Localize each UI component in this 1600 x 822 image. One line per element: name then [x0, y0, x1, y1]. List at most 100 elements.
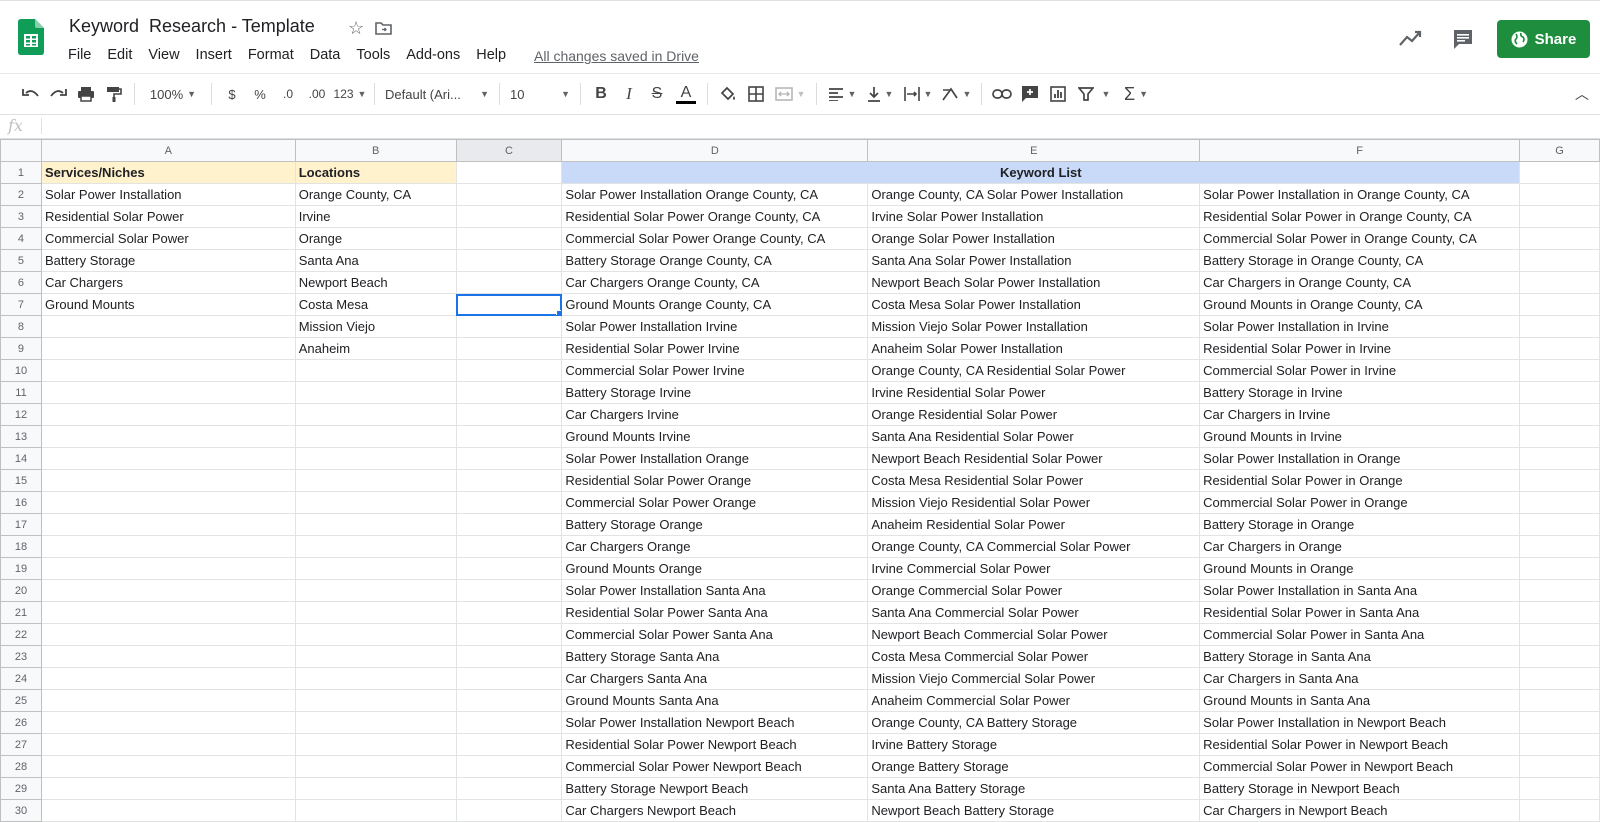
row-header[interactable]: 22	[0, 623, 42, 646]
cell-e[interactable]: Orange Solar Power Installation	[867, 227, 1201, 250]
row-header[interactable]: 16	[0, 491, 42, 514]
cell-a[interactable]	[40, 689, 296, 712]
cell-c[interactable]	[455, 557, 563, 580]
cell-g[interactable]	[1519, 667, 1600, 690]
cell-b[interactable]	[294, 425, 457, 448]
star-icon[interactable]: ☆	[348, 18, 364, 39]
cell-d[interactable]: Residential Solar Power Newport Beach	[561, 733, 869, 756]
row-header[interactable]: 26	[0, 711, 42, 734]
cell-f[interactable]: Commercial Solar Power in Irvine	[1199, 359, 1521, 382]
cell-e[interactable]: Anaheim Residential Solar Power	[867, 513, 1201, 536]
cell-c[interactable]	[455, 271, 563, 294]
fill-handle[interactable]	[556, 310, 561, 315]
cell-g[interactable]	[1519, 601, 1600, 624]
cell-g[interactable]	[1519, 557, 1600, 580]
cell-e[interactable]: Mission Viejo Commercial Solar Power	[867, 667, 1201, 690]
cell-c[interactable]	[455, 733, 563, 756]
cell-d[interactable]: Battery Storage Irvine	[561, 381, 869, 404]
cell-e[interactable]: Irvine Solar Power Installation	[867, 205, 1201, 228]
row-header[interactable]: 30	[0, 799, 42, 822]
cell-d[interactable]: Commercial Solar Power Orange County, CA	[561, 227, 869, 250]
format-currency-button[interactable]: $	[218, 82, 246, 106]
cell-c[interactable]	[455, 469, 563, 492]
row-header[interactable]: 10	[0, 359, 42, 382]
cell-f[interactable]: Residential Solar Power in Orange County…	[1199, 205, 1521, 228]
comment-icon[interactable]	[1452, 28, 1474, 50]
row-header[interactable]: 14	[0, 447, 42, 470]
cell-e[interactable]: Orange Commercial Solar Power	[867, 579, 1201, 602]
cell-d[interactable]: Car Chargers Santa Ana	[561, 667, 869, 690]
row-header[interactable]: 1	[0, 161, 42, 184]
cell-g[interactable]	[1519, 183, 1600, 206]
cell-e[interactable]: Costa Mesa Residential Solar Power	[867, 469, 1201, 492]
cell-f[interactable]: Solar Power Installation in Santa Ana	[1199, 579, 1521, 602]
cell-e[interactable]: Santa Ana Battery Storage	[867, 777, 1201, 800]
cell-d[interactable]: Battery Storage Santa Ana	[561, 645, 869, 668]
cell-d[interactable]: Commercial Solar Power Orange	[561, 491, 869, 514]
cell-d[interactable]: Car Chargers Newport Beach	[561, 799, 869, 822]
cell-c[interactable]	[455, 447, 563, 470]
cell-g[interactable]	[1519, 271, 1600, 294]
cell-a[interactable]: Ground Mounts	[40, 293, 296, 316]
cell-d[interactable]: Residential Solar Power Orange	[561, 469, 869, 492]
cell-f[interactable]: Residential Solar Power in Newport Beach	[1199, 733, 1521, 756]
cell-a[interactable]: Battery Storage	[40, 249, 296, 272]
cell-a[interactable]	[40, 447, 296, 470]
cell-g[interactable]	[1519, 777, 1600, 800]
cell-a[interactable]	[40, 755, 296, 778]
cell-b[interactable]	[294, 733, 457, 756]
cell-c[interactable]	[455, 667, 563, 690]
cell-e[interactable]: Orange County, CA Commercial Solar Power	[867, 535, 1201, 558]
text-color-button[interactable]: A	[671, 82, 701, 106]
insert-link-icon[interactable]	[988, 82, 1016, 106]
merge-cells-icon[interactable]: ▼	[770, 82, 810, 106]
cell-b[interactable]	[294, 359, 457, 382]
cell-d[interactable]: Residential Solar Power Santa Ana	[561, 601, 869, 624]
cell-b[interactable]: Irvine	[294, 205, 457, 228]
cell-g[interactable]	[1519, 491, 1600, 514]
cell-a[interactable]	[40, 667, 296, 690]
cell-a[interactable]: Commercial Solar Power	[40, 227, 296, 250]
filter-icon[interactable]: ▼	[1072, 82, 1116, 106]
cell-c[interactable]	[455, 755, 563, 778]
cell-b[interactable]	[294, 535, 457, 558]
cell-b[interactable]	[294, 711, 457, 734]
cell-d[interactable]: Solar Power Installation Santa Ana	[561, 579, 869, 602]
cell-c1[interactable]	[455, 161, 563, 184]
column-header-c[interactable]: C	[455, 139, 563, 162]
cell-g[interactable]	[1519, 337, 1600, 360]
increase-decimal-button[interactable]: .00	[302, 82, 332, 106]
cell-b[interactable]	[294, 557, 457, 580]
row-header[interactable]: 8	[0, 315, 42, 338]
cell-b[interactable]: Santa Ana	[294, 249, 457, 272]
cell-f[interactable]: Ground Mounts in Santa Ana	[1199, 689, 1521, 712]
cell-e[interactable]: Newport Beach Battery Storage	[867, 799, 1201, 822]
cell-d[interactable]: Commercial Solar Power Newport Beach	[561, 755, 869, 778]
cell-b[interactable]	[294, 491, 457, 514]
cell-f[interactable]: Commercial Solar Power in Orange	[1199, 491, 1521, 514]
menu-help[interactable]: Help	[476, 47, 506, 63]
cell-f[interactable]: Ground Mounts in Orange County, CA	[1199, 293, 1521, 316]
cell-g[interactable]	[1519, 733, 1600, 756]
row-header[interactable]: 27	[0, 733, 42, 756]
cell-d[interactable]: Commercial Solar Power Irvine	[561, 359, 869, 382]
cell-d[interactable]: Ground Mounts Orange County, CA	[561, 293, 869, 316]
more-formats-select[interactable]: 123 ▼	[332, 82, 368, 106]
cell-f[interactable]: Commercial Solar Power in Santa Ana	[1199, 623, 1521, 646]
cell-b[interactable]: Anaheim	[294, 337, 457, 360]
cell-b[interactable]	[294, 601, 457, 624]
cell-g[interactable]	[1519, 579, 1600, 602]
cell-e[interactable]: Newport Beach Residential Solar Power	[867, 447, 1201, 470]
cell-a[interactable]	[40, 777, 296, 800]
cell-f[interactable]: Residential Solar Power in Santa Ana	[1199, 601, 1521, 624]
cell-f[interactable]: Solar Power Installation in Orange Count…	[1199, 183, 1521, 206]
cell-b[interactable]	[294, 689, 457, 712]
cell-c[interactable]	[455, 535, 563, 558]
cell-f[interactable]: Solar Power Installation in Irvine	[1199, 315, 1521, 338]
font-size-select[interactable]: 10 ▼	[506, 82, 574, 106]
cell-g[interactable]	[1519, 249, 1600, 272]
keyword-list-header[interactable]: Keyword List	[561, 161, 1521, 184]
document-title[interactable]: Keyword Research - Template	[69, 16, 315, 37]
row-header[interactable]: 4	[0, 227, 42, 250]
collapse-toolbar-icon[interactable]: ︿	[1572, 82, 1592, 106]
